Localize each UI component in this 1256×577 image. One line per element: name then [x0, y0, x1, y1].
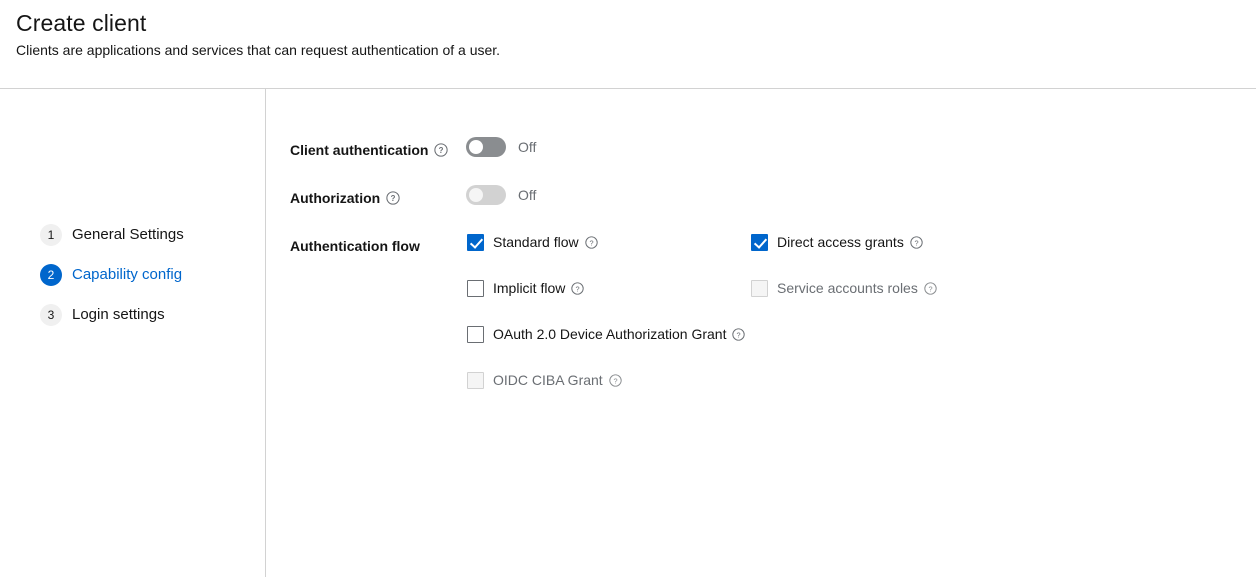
help-circle-icon[interactable]: ?: [584, 235, 599, 250]
svg-text:?: ?: [613, 376, 617, 385]
checkbox-label: Standard flow ?: [493, 232, 599, 253]
field-authorization: Authorization ? Off: [290, 184, 536, 209]
checkbox-box[interactable]: [467, 234, 484, 251]
field-label: Authorization: [290, 190, 381, 206]
checkbox-label: OIDC CIBA Grant ?: [493, 370, 623, 391]
checkbox-label: OAuth 2.0 Device Authorization Grant ?: [493, 324, 746, 345]
help-circle-icon[interactable]: ?: [924, 281, 938, 296]
wizard-step-capability-config[interactable]: 2 Capability config: [40, 264, 182, 286]
svg-text:?: ?: [914, 238, 918, 247]
help-circle-icon[interactable]: ?: [732, 327, 746, 342]
wizard-step-general-settings[interactable]: 1 General Settings: [40, 224, 184, 246]
toggle-knob: [469, 188, 483, 202]
step-number-badge: 3: [40, 304, 62, 326]
checkbox-box[interactable]: [751, 280, 768, 297]
wizard-step-label: General Settings: [72, 226, 184, 243]
checkbox-box[interactable]: [751, 234, 768, 251]
step-number-badge: 2: [40, 264, 62, 286]
checkbox-box[interactable]: [467, 280, 484, 297]
help-circle-icon[interactable]: ?: [571, 281, 585, 296]
checkbox-label-text: Service accounts roles: [777, 280, 918, 296]
field-client-authentication: Client authentication ? Off: [290, 136, 536, 161]
client-authentication-toggle[interactable]: [466, 137, 506, 157]
checkbox-service-accounts-roles[interactable]: Service accounts roles ?: [751, 278, 938, 299]
capability-config-form: Client authentication ? Off Authorizatio…: [266, 89, 1256, 577]
authorization-switch-group: Off: [466, 184, 536, 205]
client-authentication-state-label: Off: [518, 139, 537, 155]
checkbox-label-text: Direct access grants: [777, 234, 904, 250]
checkbox-label: Implicit flow ?: [493, 278, 585, 299]
checkbox-oidc-ciba-grant[interactable]: OIDC CIBA Grant ?: [467, 370, 623, 391]
toggle-knob: [469, 140, 483, 154]
checkbox-label-text: Implicit flow: [493, 280, 566, 296]
field-label: Authentication flow: [290, 238, 420, 254]
checkbox-box[interactable]: [467, 326, 484, 343]
wizard-step-label: Capability config: [72, 266, 183, 283]
checkbox-label: Direct access grants ?: [777, 232, 924, 253]
authorization-label-group: Authorization ?: [290, 184, 466, 209]
page-header: Create client Clients are applications a…: [0, 0, 1256, 88]
checkbox-box[interactable]: [467, 372, 484, 389]
svg-text:?: ?: [439, 146, 444, 155]
step-number-badge: 1: [40, 224, 62, 246]
wizard-step-login-settings[interactable]: 3 Login settings: [40, 304, 165, 326]
checkbox-direct-access-grants[interactable]: Direct access grants ?: [751, 232, 924, 253]
svg-text:?: ?: [589, 238, 593, 247]
checkbox-standard-flow[interactable]: Standard flow ?: [467, 232, 599, 253]
checkbox-label-text: OIDC CIBA Grant: [493, 372, 603, 388]
checkbox-label: Service accounts roles ?: [777, 278, 938, 299]
checkbox-label-text: OAuth 2.0 Device Authorization Grant: [493, 326, 727, 342]
page-subtitle: Clients are applications and services th…: [16, 42, 501, 58]
svg-text:?: ?: [576, 284, 580, 293]
wizard-nav: 1 General Settings 2 Capability config 3…: [0, 89, 265, 577]
help-circle-icon[interactable]: ?: [609, 373, 623, 388]
svg-text:?: ?: [928, 284, 932, 293]
client-authentication-switch-group: Off: [466, 136, 536, 157]
authentication-flow-label-group: Authentication flow: [290, 232, 466, 257]
page-title: Create client: [16, 10, 147, 36]
help-circle-icon[interactable]: ?: [910, 235, 924, 250]
wizard-step-label: Login settings: [72, 306, 165, 323]
create-client-page: Create client Clients are applications a…: [0, 0, 1256, 577]
field-authentication-flow: Authentication flow Standard flow ? Dire…: [290, 232, 1226, 389]
authorization-state-label: Off: [518, 187, 537, 203]
field-label: Client authentication: [290, 142, 429, 158]
authorization-toggle[interactable]: [466, 185, 506, 205]
checkbox-implicit-flow[interactable]: Implicit flow ?: [467, 278, 585, 299]
svg-text:?: ?: [737, 330, 741, 339]
checkbox-oauth-device-authorization-grant[interactable]: OAuth 2.0 Device Authorization Grant ?: [467, 324, 746, 345]
checkbox-label-text: Standard flow: [493, 234, 579, 250]
help-circle-icon[interactable]: ?: [434, 143, 449, 157]
help-circle-icon[interactable]: ?: [386, 191, 400, 205]
svg-text:?: ?: [391, 194, 396, 203]
client-authentication-label-group: Client authentication ?: [290, 136, 466, 161]
